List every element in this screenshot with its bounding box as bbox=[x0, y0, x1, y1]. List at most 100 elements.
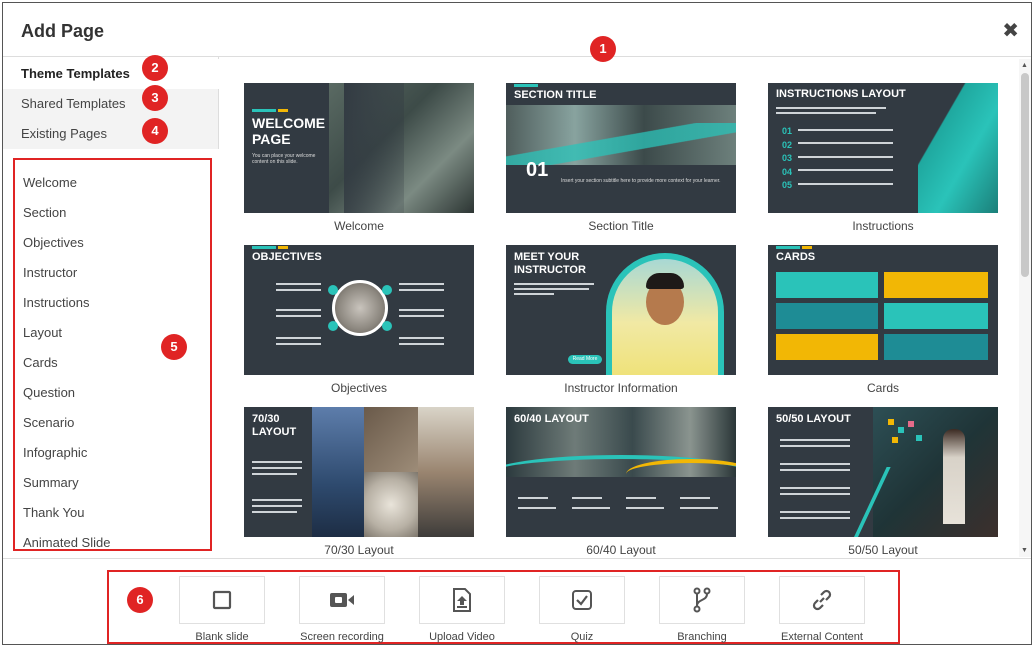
text-line bbox=[776, 112, 876, 114]
sticky-note bbox=[892, 437, 898, 443]
tab-theme-templates[interactable]: Theme Templates bbox=[3, 59, 219, 89]
category-section[interactable]: Section bbox=[23, 205, 66, 220]
scroll-thumb[interactable] bbox=[1021, 73, 1029, 277]
text-line bbox=[626, 507, 664, 509]
text-line bbox=[399, 309, 444, 311]
card-tile bbox=[884, 272, 988, 298]
category-infographic[interactable]: Infographic bbox=[23, 445, 87, 460]
quiz-button[interactable]: Quiz bbox=[539, 576, 625, 643]
accent-bar bbox=[278, 246, 288, 249]
text-line bbox=[780, 511, 850, 513]
blank-slide-button[interactable]: Blank slide bbox=[179, 576, 265, 643]
sidebar: Theme Templates Shared Templates Existin… bbox=[3, 57, 219, 557]
callout-badge-3: 3 bbox=[142, 85, 168, 111]
text-line bbox=[514, 293, 554, 295]
objective-dot bbox=[328, 285, 338, 295]
text-line bbox=[780, 469, 850, 471]
text-line bbox=[572, 507, 610, 509]
thumb-title: INSTRUCTIONS LAYOUT bbox=[776, 88, 906, 100]
category-layout[interactable]: Layout bbox=[23, 325, 62, 340]
number-label: 03 bbox=[782, 153, 793, 163]
thumb-title: SECTION TITLE bbox=[514, 89, 597, 101]
category-question[interactable]: Question bbox=[23, 385, 75, 400]
text-line bbox=[572, 497, 602, 499]
text-line bbox=[780, 517, 850, 519]
thumb-title: WELCOME PAGE bbox=[252, 115, 326, 147]
accent-bar bbox=[802, 246, 812, 249]
accent-bar bbox=[278, 109, 288, 112]
branch-icon bbox=[693, 587, 711, 613]
photo-overlay bbox=[344, 83, 404, 213]
teal-decoration bbox=[918, 83, 998, 213]
text-line bbox=[798, 169, 893, 171]
text-line bbox=[399, 289, 444, 291]
instructor-hair bbox=[646, 273, 684, 289]
close-icon[interactable]: ✖ bbox=[1002, 18, 1019, 43]
quiz-tile[interactable] bbox=[539, 576, 625, 624]
accent-bar bbox=[514, 84, 538, 87]
thumb-title: CARDS bbox=[776, 251, 816, 263]
tab-existing-pages[interactable]: Existing Pages bbox=[3, 119, 219, 149]
sticky-note bbox=[916, 435, 922, 441]
category-welcome[interactable]: Welcome bbox=[23, 175, 77, 190]
number-label: 04 bbox=[782, 166, 793, 177]
category-scenario[interactable]: Scenario bbox=[23, 415, 74, 430]
screen-recording-button[interactable]: Screen recording bbox=[299, 576, 385, 643]
branching-tile[interactable] bbox=[659, 576, 745, 624]
callout-badge-4: 4 bbox=[142, 118, 168, 144]
objective-dot bbox=[382, 321, 392, 331]
template-label: Objectives bbox=[330, 381, 388, 395]
template-thumbnail: OBJECTIVES bbox=[244, 245, 474, 375]
category-cards[interactable]: Cards bbox=[23, 355, 58, 370]
text-line bbox=[780, 493, 850, 495]
callout-badge-2: 2 bbox=[142, 55, 168, 81]
text-line bbox=[518, 497, 548, 499]
screen-recording-tile[interactable] bbox=[299, 576, 385, 624]
tab-shared-templates[interactable]: Shared Templates bbox=[3, 89, 219, 119]
dialog-header: Add Page ✖ bbox=[3, 3, 1031, 57]
text-line bbox=[252, 511, 297, 513]
upload-video-tile[interactable] bbox=[419, 576, 505, 624]
category-instructions[interactable]: Instructions bbox=[23, 295, 89, 310]
callout-badge-5: 5 bbox=[161, 334, 187, 360]
instruction-numbers: 01 02 03 04 05 bbox=[782, 125, 792, 193]
number-label: 01 bbox=[782, 126, 793, 136]
external-content-button[interactable]: External Content bbox=[779, 576, 865, 643]
template-label: Section Title bbox=[588, 219, 654, 233]
category-thank-you[interactable]: Thank You bbox=[23, 505, 84, 520]
read-more-button: Read More bbox=[568, 355, 602, 364]
template-thumbnail: INSTRUCTIONS LAYOUT 01 02 03 04 05 bbox=[768, 83, 998, 213]
text-line bbox=[776, 107, 886, 109]
text-line bbox=[798, 142, 893, 144]
template-thumbnail: 70/30 LAYOUT bbox=[244, 407, 474, 537]
category-objectives[interactable]: Objectives bbox=[23, 235, 84, 250]
accent-bar bbox=[776, 246, 800, 249]
blank-slide-tile[interactable] bbox=[179, 576, 265, 624]
upload-video-button[interactable]: Upload Video bbox=[419, 576, 505, 643]
text-line bbox=[680, 497, 710, 499]
tool-label: Upload Video bbox=[429, 631, 495, 643]
scroll-up-arrow-icon[interactable]: ▲ bbox=[1021, 62, 1028, 69]
thumb-subtitle: You can place your welcome content on th… bbox=[252, 153, 316, 165]
number-label: 02 bbox=[782, 139, 793, 150]
branching-button[interactable]: Branching bbox=[659, 576, 745, 643]
checkbox-icon bbox=[572, 590, 592, 610]
sticky-note bbox=[888, 419, 894, 425]
category-animated-slide[interactable]: Animated Slide bbox=[23, 535, 110, 550]
text-line bbox=[780, 445, 850, 447]
callout-badge-6: 6 bbox=[127, 587, 153, 613]
objectives-circle-image bbox=[332, 280, 388, 336]
scrollbar[interactable]: ▲ ▼ bbox=[1019, 59, 1031, 557]
template-label: Instructions bbox=[852, 219, 914, 233]
category-instructor[interactable]: Instructor bbox=[23, 265, 77, 280]
thumb-title: 70/30 LAYOUT bbox=[252, 413, 297, 438]
text-line bbox=[798, 129, 893, 131]
category-summary[interactable]: Summary bbox=[23, 475, 79, 490]
template-thumbnail: 50/50 LAYOUT bbox=[768, 407, 998, 537]
thumb-number: 01 bbox=[526, 159, 549, 181]
thumb-title: OBJECTIVES bbox=[252, 251, 322, 263]
scroll-down-arrow-icon[interactable]: ▼ bbox=[1021, 547, 1028, 554]
text-line bbox=[798, 183, 893, 185]
external-content-tile[interactable] bbox=[779, 576, 865, 624]
footer-toolbar: Blank slide Screen recording Upload Vide… bbox=[3, 558, 1031, 644]
